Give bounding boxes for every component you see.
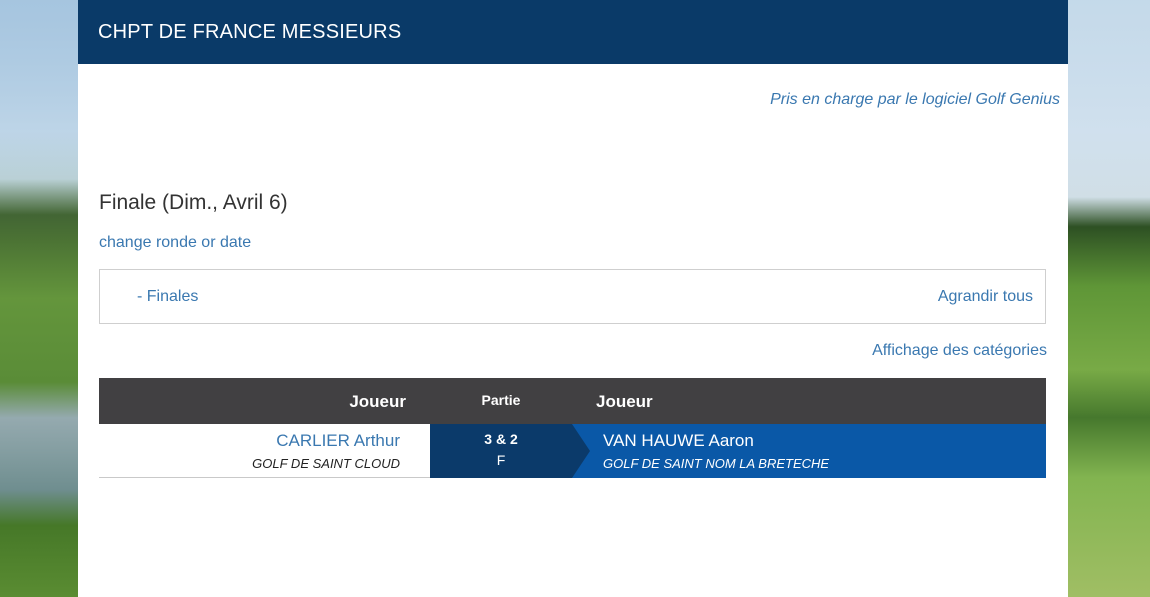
background-golf-course-right <box>1068 0 1150 597</box>
finals-panel: - Finales Agrandir tous <box>99 269 1046 324</box>
player1-cell: CARLIER Arthur GOLF DE SAINT CLOUD <box>252 431 400 471</box>
header-player-right: Joueur <box>596 392 653 411</box>
match-status: F <box>496 452 506 468</box>
main-card: CHPT DE FRANCE MESSIEURS Pris en charge … <box>78 0 1068 597</box>
player1-club: GOLF DE SAINT CLOUD <box>252 456 400 471</box>
powered-by-link[interactable]: Pris en charge par le logiciel Golf Geni… <box>770 91 1060 109</box>
header-match: Partie <box>481 392 521 408</box>
expand-all-link[interactable]: Agrandir tous <box>938 288 1033 306</box>
table-header: Joueur Partie Joueur <box>99 378 1046 424</box>
player1-name[interactable]: CARLIER Arthur <box>252 431 400 451</box>
player2-cell-winner: VAN HAUWE Aaron GOLF DE SAINT NOM LA BRE… <box>572 424 1046 478</box>
finals-toggle[interactable]: - Finales <box>137 288 198 306</box>
table-row[interactable]: CARLIER Arthur GOLF DE SAINT CLOUD 3 & 2… <box>99 424 1046 478</box>
change-round-link[interactable]: change ronde or date <box>99 234 251 252</box>
header-bar: CHPT DE FRANCE MESSIEURS <box>78 0 1068 64</box>
player2-club: GOLF DE SAINT NOM LA BRETECHE <box>603 456 830 471</box>
player2-name[interactable]: VAN HAUWE Aaron <box>603 431 754 451</box>
background-golf-course-left <box>0 0 78 597</box>
match-table: Joueur Partie Joueur CARLIER Arthur GOLF… <box>99 378 1046 478</box>
header-player-left: Joueur <box>349 392 406 411</box>
match-result-cell: 3 & 2 F <box>430 424 572 478</box>
show-categories-link[interactable]: Affichage des catégories <box>872 342 1047 360</box>
page-title: CHPT DE FRANCE MESSIEURS <box>98 20 402 43</box>
winner-arrow-icon <box>572 424 590 478</box>
match-score: 3 & 2 <box>484 431 518 447</box>
round-title: Finale (Dim., Avril 6) <box>99 191 288 214</box>
